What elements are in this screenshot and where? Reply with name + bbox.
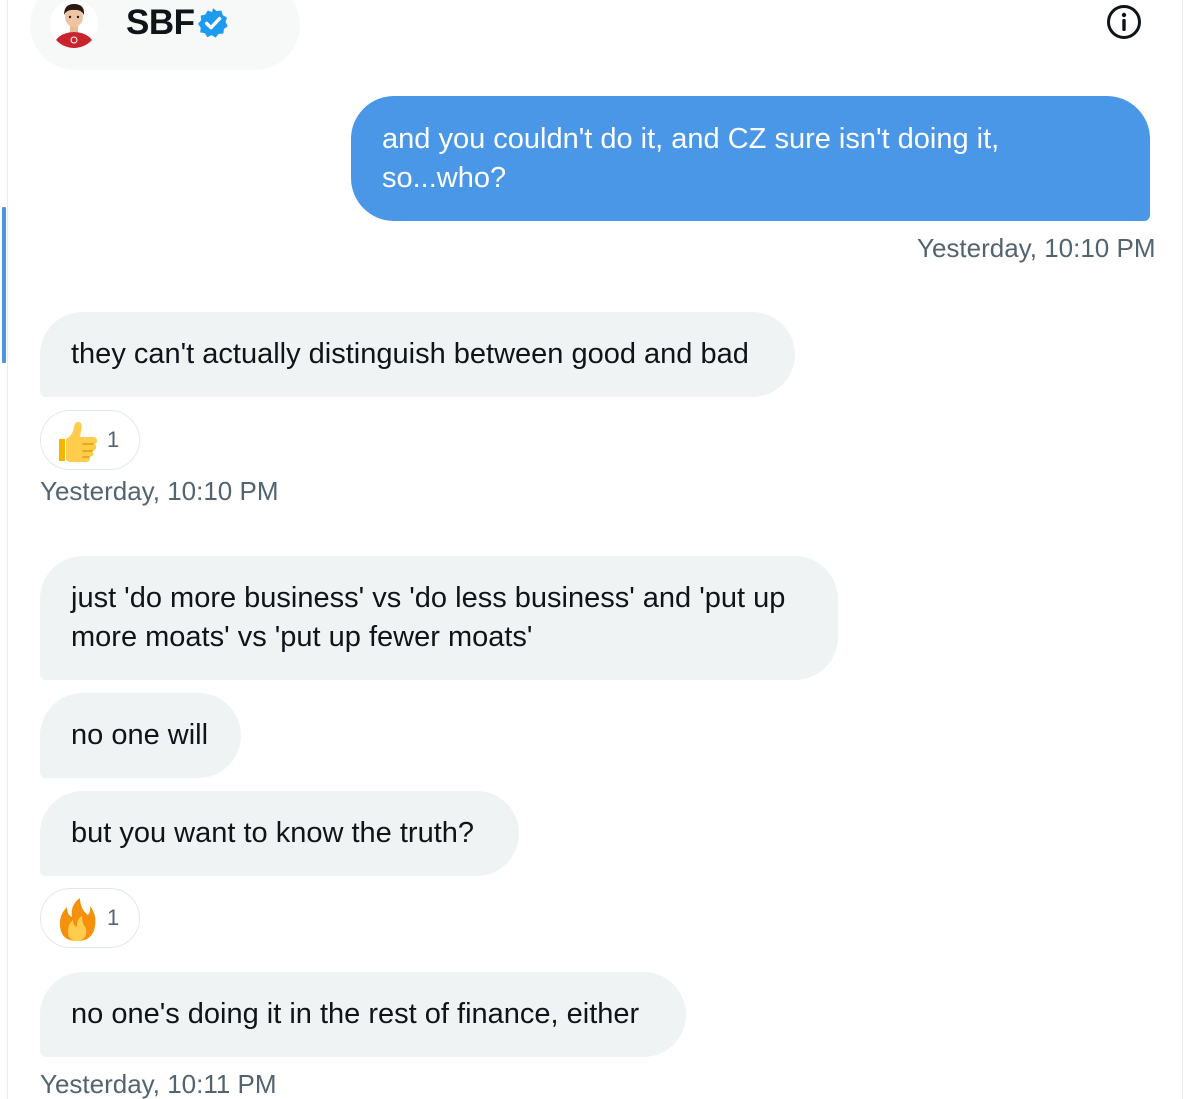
dm-conversation: SBF and you couldn't do it, and CZ sure … — [0, 0, 1200, 1099]
message-text: no one's doing it in the rest of finance… — [71, 998, 640, 1030]
reaction-badge[interactable]: 1 — [40, 410, 140, 470]
message-bubble-outgoing[interactable]: and you couldn't do it, and CZ sure isn'… — [351, 96, 1150, 221]
reaction-count: 1 — [107, 905, 120, 930]
message-bubble-incoming[interactable]: no one will — [40, 693, 241, 778]
message-timestamp: Yesterday, 10:10 PM — [40, 476, 279, 506]
thumbs-up-icon — [59, 421, 97, 462]
contact-name[interactable]: SBF — [126, 2, 195, 44]
scroll-indicator[interactable] — [2, 207, 6, 363]
panel-left-border — [7, 0, 8, 1099]
message-bubble-incoming[interactable]: they can't actually distinguish between … — [40, 312, 795, 397]
reaction-badge[interactable]: 1 — [40, 888, 140, 948]
message-text: but you want to know the truth? — [71, 817, 475, 849]
profile-avatar-icon — [50, 0, 98, 48]
message-text: they can't actually distinguish between … — [71, 338, 749, 370]
verified-badge-icon — [197, 8, 228, 38]
message-text: no one will — [71, 719, 209, 751]
info-icon[interactable] — [1106, 4, 1142, 40]
reaction-count: 1 — [107, 427, 120, 452]
message-bubble-incoming[interactable]: just 'do more business' vs 'do less busi… — [40, 556, 838, 680]
message-text: and you couldn't do it, and CZ sure isn'… — [382, 122, 1000, 194]
avatar[interactable] — [50, 0, 98, 48]
message-timestamp: Yesterday, 10:11 PM — [40, 1069, 277, 1099]
message-bubble-incoming[interactable]: no one's doing it in the rest of finance… — [40, 972, 686, 1057]
fire-icon — [59, 898, 96, 941]
message-timestamp: Yesterday, 10:10 PM — [917, 233, 1156, 263]
panel-right-border — [1182, 0, 1183, 1099]
message-text: just 'do more business' vs 'do less busi… — [71, 582, 786, 653]
message-bubble-incoming[interactable]: but you want to know the truth? — [40, 791, 519, 876]
